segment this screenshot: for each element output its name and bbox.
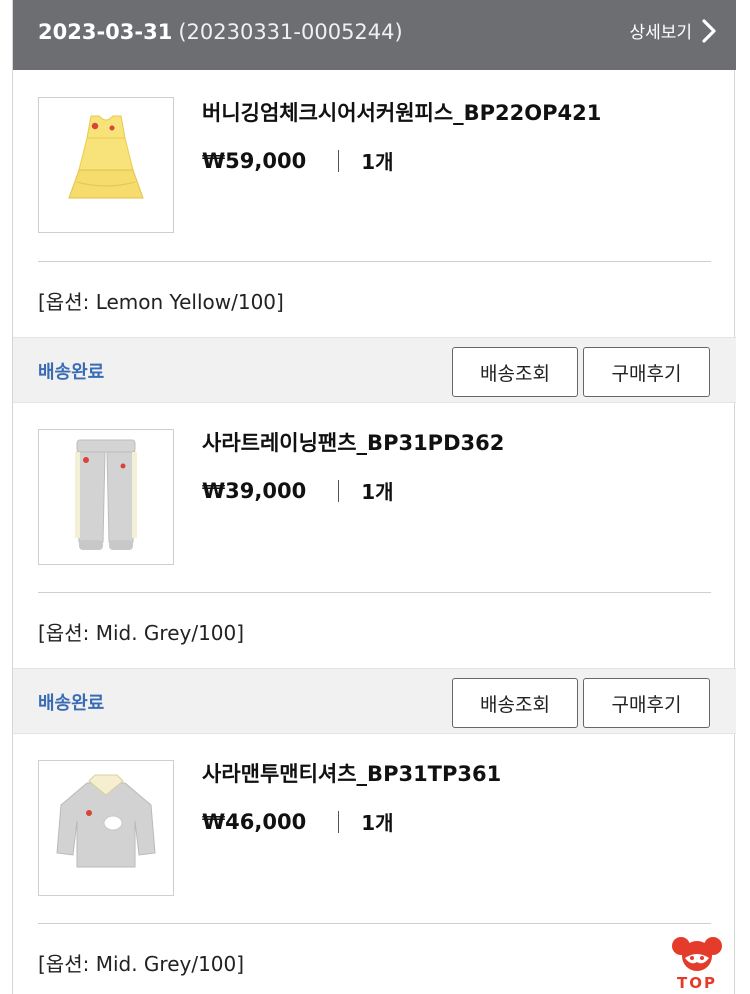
product-name[interactable]: 사라트레이닝팬츠_BP31PD362 xyxy=(202,427,504,457)
yellow-dress-icon xyxy=(68,115,144,199)
product-option: [옵션: Lemon Yellow/100] xyxy=(38,290,284,314)
shipping-status: 배송완료 xyxy=(38,693,105,714)
scroll-to-top-button[interactable]: TOP xyxy=(666,936,728,994)
product-price: ₩59,000 xyxy=(202,148,307,173)
item-divider xyxy=(38,592,711,593)
product-quantity: 1개 xyxy=(361,811,394,835)
product-option: [옵션: Mid. Grey/100] xyxy=(38,621,245,645)
product-quantity: 1개 xyxy=(361,150,394,174)
price-divider xyxy=(338,810,340,833)
product-thumbnail[interactable] xyxy=(38,97,174,233)
order-card: 2023-03-31 (20230331-0005244) 상세보기 버니깅엄체크… xyxy=(12,0,736,994)
order-date-line: 2023-03-31 (20230331-0005244) xyxy=(38,20,403,44)
order-detail-label: 상세보기 xyxy=(629,23,692,43)
product-thumbnail[interactable] xyxy=(38,429,174,565)
order-number: (20230331-0005244) xyxy=(178,20,403,44)
product-thumbnail[interactable] xyxy=(38,760,174,896)
grey-pants-icon xyxy=(75,439,137,550)
shipping-status: 배송완료 xyxy=(38,362,105,383)
product-name[interactable]: 사라맨투맨티셔츠_BP31TP361 xyxy=(202,758,501,788)
product-price: ₩46,000 xyxy=(202,809,307,834)
price-row: ₩59,000 1개 xyxy=(202,146,394,175)
product-quantity: 1개 xyxy=(361,480,394,504)
item-divider xyxy=(38,923,711,924)
write-review-button[interactable]: 구매후기 xyxy=(583,678,710,728)
order-header: 2023-03-31 (20230331-0005244) 상세보기 xyxy=(13,0,736,70)
product-option: [옵션: Mid. Grey/100] xyxy=(38,952,245,976)
order-detail-link[interactable]: 상세보기 xyxy=(629,18,716,43)
grey-sweatshirt-icon xyxy=(56,774,156,868)
price-row: ₩46,000 1개 xyxy=(202,807,394,836)
top-label: TOP xyxy=(677,974,717,992)
price-divider xyxy=(338,149,340,172)
track-delivery-button[interactable]: 배송조회 xyxy=(452,678,578,728)
chevron-right-icon xyxy=(702,18,716,43)
track-delivery-button[interactable]: 배송조회 xyxy=(452,347,578,397)
shipping-status-bar: 배송완료 배송조회 구매후기 xyxy=(13,668,736,734)
price-row: ₩39,000 1개 xyxy=(202,476,394,505)
shipping-status-bar: 배송완료 배송조회 구매후기 xyxy=(13,337,736,403)
product-price: ₩39,000 xyxy=(202,478,307,503)
order-date: 2023-03-31 xyxy=(38,20,173,44)
write-review-button[interactable]: 구매후기 xyxy=(583,347,710,397)
bear-mascot-icon xyxy=(672,937,722,971)
price-divider xyxy=(338,479,340,502)
product-name[interactable]: 버니깅엄체크시어서커원피스_BP22OP421 xyxy=(202,97,601,127)
item-divider xyxy=(38,261,711,262)
